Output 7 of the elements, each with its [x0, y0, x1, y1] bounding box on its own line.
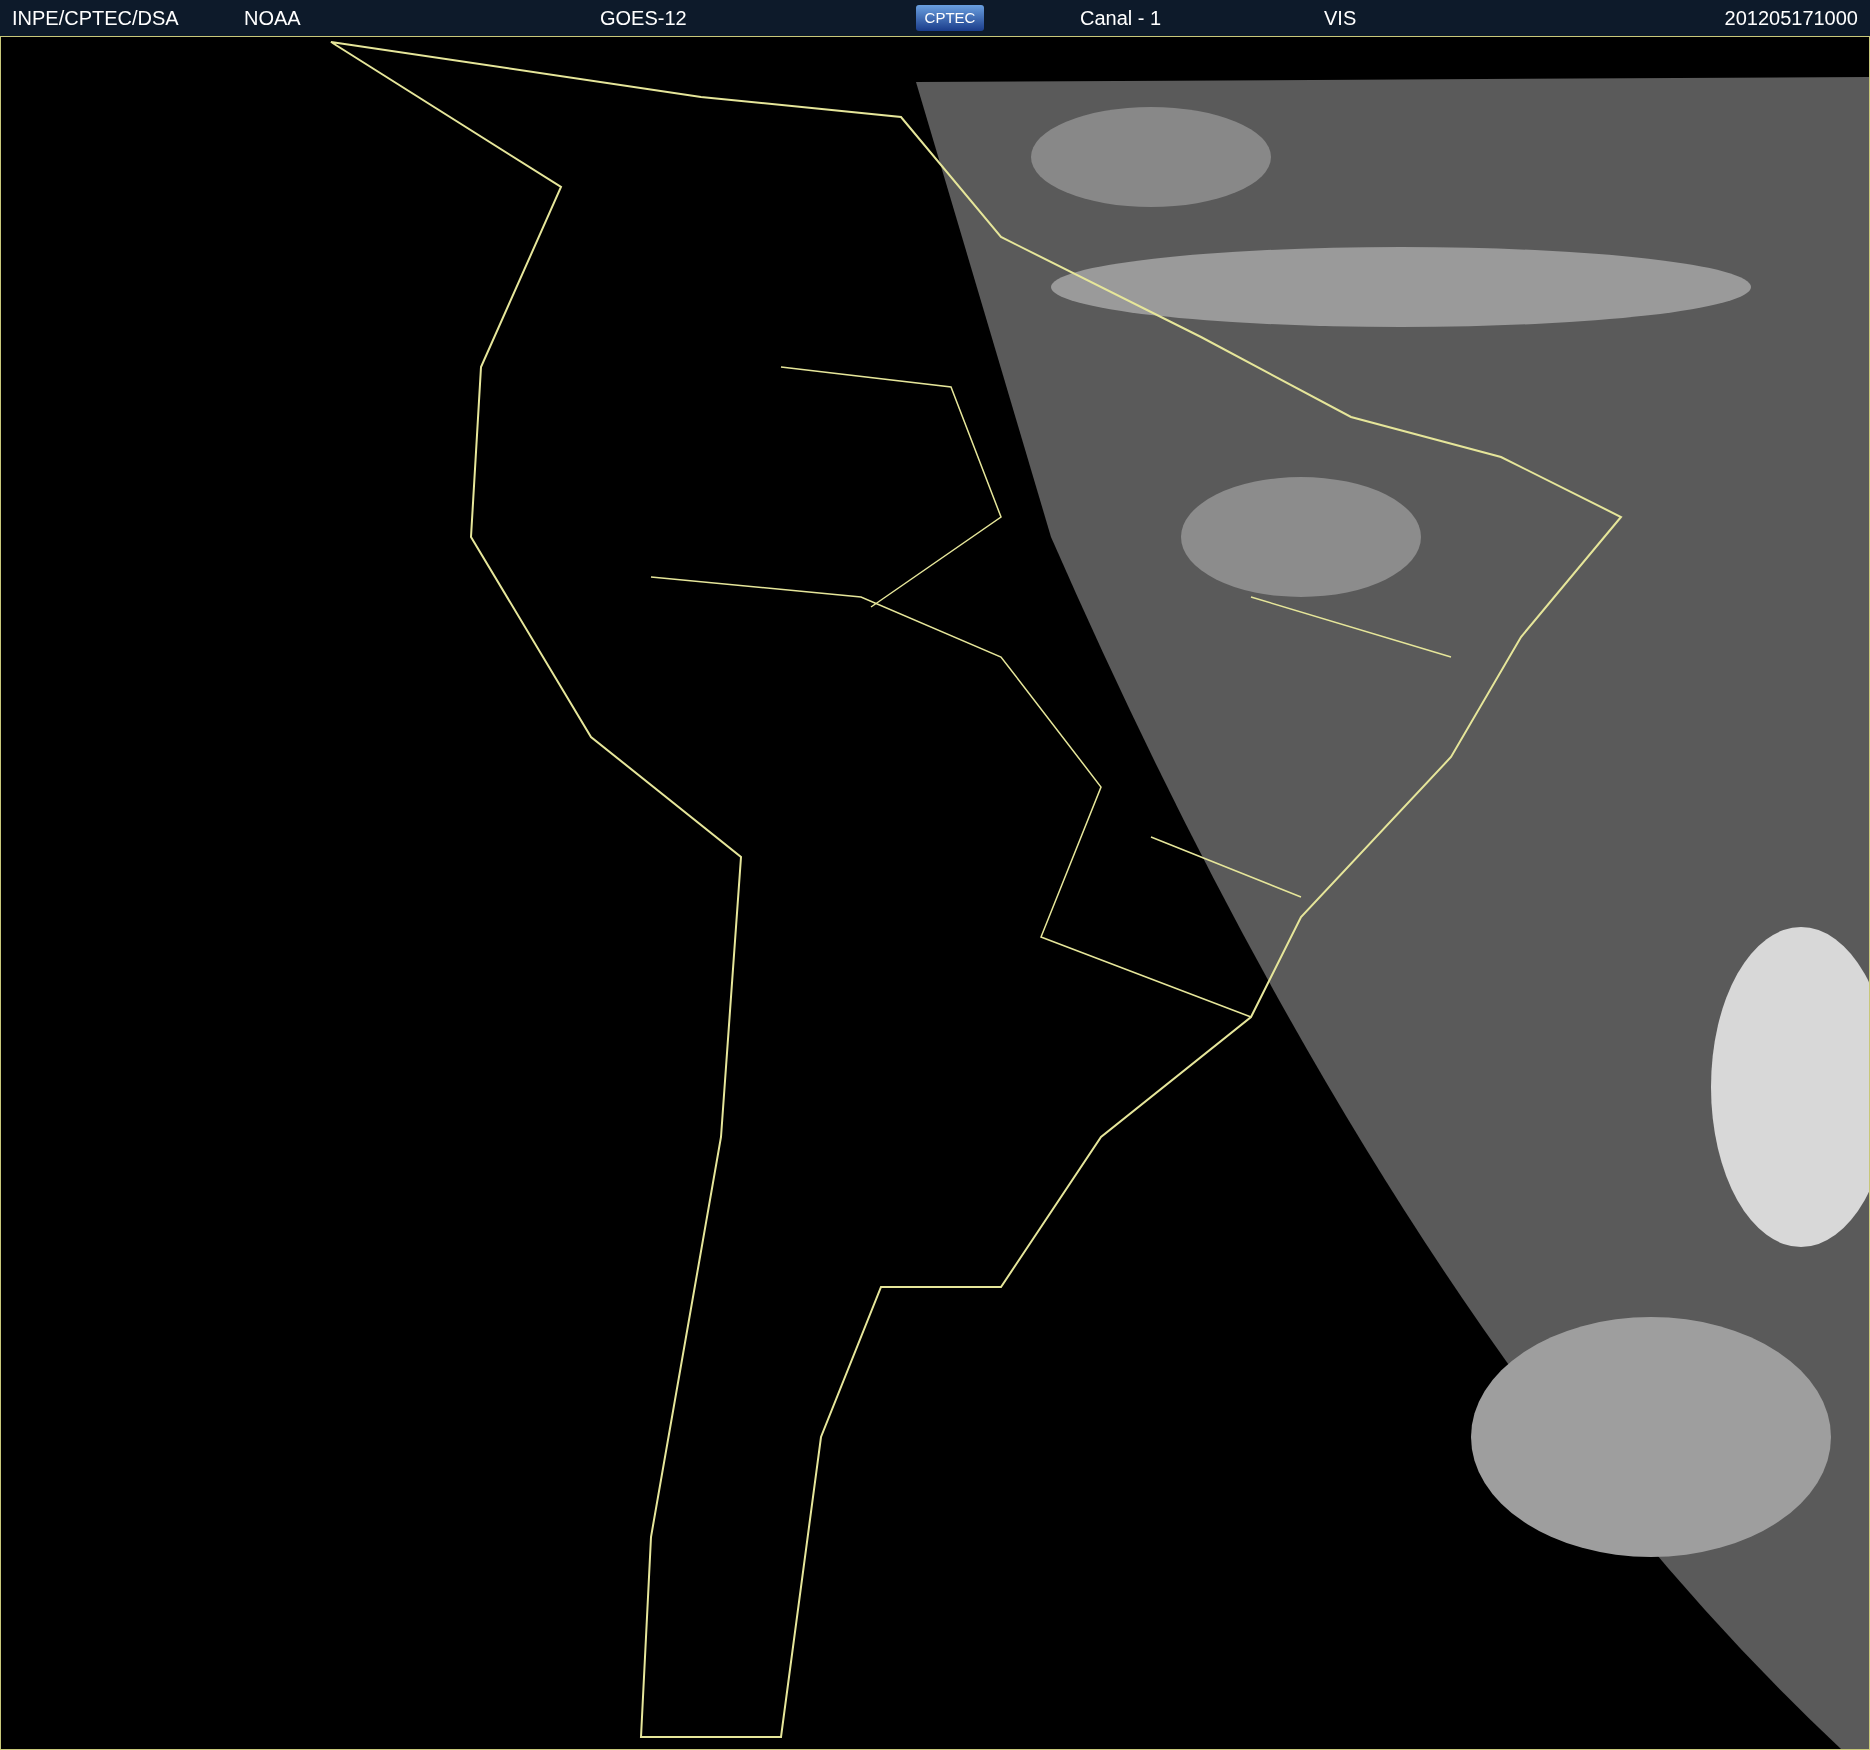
header-label: Canal - 1 [1080, 6, 1163, 31]
logo: CPTEC [916, 4, 984, 32]
header-label: GOES-12 [600, 6, 688, 31]
header-label: NOAA [244, 6, 302, 31]
header-label: VIS [1324, 6, 1358, 31]
header-label: INPE/CPTEC/DSA [12, 6, 180, 31]
header-label: 201205171000 [1724, 6, 1858, 31]
